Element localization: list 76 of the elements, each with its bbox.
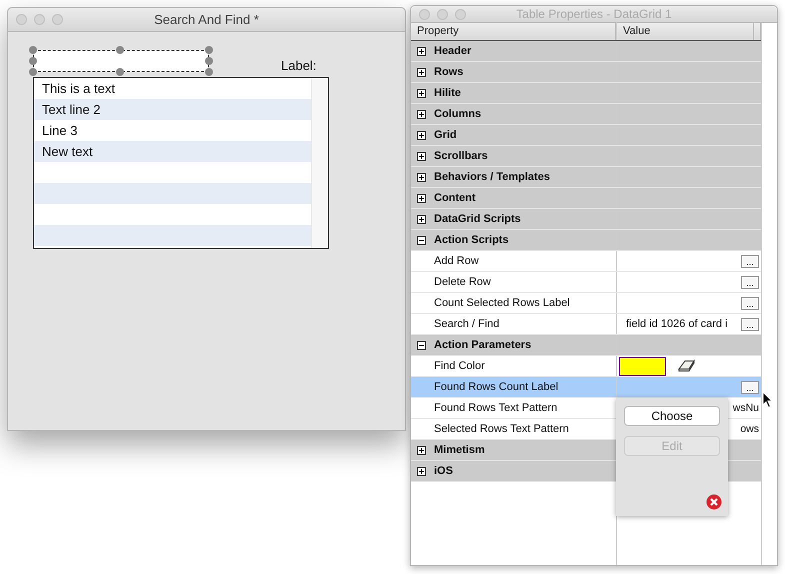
property-label: Count Selected Rows Label — [434, 297, 570, 309]
group-row[interactable]: DataGrid Scripts — [411, 209, 761, 230]
group-label: Content — [434, 192, 476, 204]
expand-icon[interactable] — [417, 46, 426, 56]
label-text: Label: — [281, 58, 316, 73]
expand-icon[interactable] — [417, 152, 426, 160]
list-row-text: This is a text — [42, 81, 115, 96]
property-row[interactable]: Search / Find field id 1026 of card i ... — [411, 314, 761, 335]
list-field[interactable]: This is a text Text line 2 Line 3 New text — [33, 77, 329, 249]
group-row[interactable]: Header — [411, 41, 761, 62]
column-header[interactable]: Value — [616, 22, 754, 40]
group-row[interactable]: Behaviors / Templates — [411, 167, 761, 188]
group-label: Action Parameters — [434, 339, 532, 351]
expand-icon[interactable] — [417, 446, 426, 454]
expand-icon[interactable] — [417, 214, 426, 224]
property-label: Delete Row — [434, 276, 491, 288]
popover-button[interactable]: Choose — [624, 406, 720, 426]
group-label: Header — [434, 45, 472, 57]
group-label: iOS — [434, 465, 453, 477]
group-row[interactable]: Grid — [411, 125, 761, 146]
more-button[interactable]: ... — [741, 255, 759, 268]
list-row-text: Text line 2 — [42, 102, 101, 117]
property-row[interactable]: Count Selected Rows Label ... — [411, 293, 761, 314]
expand-icon[interactable] — [417, 466, 426, 476]
eraser-icon[interactable] — [678, 359, 696, 373]
group-row[interactable]: Columns — [411, 104, 761, 125]
collapse-icon[interactable] — [417, 340, 426, 350]
list-row[interactable]: New text — [34, 141, 311, 162]
expand-icon[interactable] — [417, 110, 426, 118]
group-label: Hilite — [434, 87, 461, 99]
column-header[interactable]: Property — [411, 22, 616, 40]
expand-icon[interactable] — [417, 130, 426, 140]
property-label: Found Rows Count Label — [434, 381, 558, 393]
expand-icon[interactable] — [417, 68, 426, 76]
expand-icon[interactable] — [417, 172, 426, 182]
close-icon[interactable] — [706, 494, 722, 510]
group-row[interactable]: Action Scripts — [411, 230, 761, 251]
list-row[interactable]: Text line 2 — [34, 99, 311, 120]
property-label: Selected Rows Text Pattern — [434, 423, 569, 435]
property-row[interactable]: Delete Row ... — [411, 272, 761, 293]
property-value: wsNu — [732, 402, 759, 414]
property-row[interactable]: Add Row ... — [411, 251, 761, 272]
collapse-icon[interactable] — [417, 236, 426, 244]
list-row-text: New text — [42, 144, 93, 159]
property-label: Search / Find — [434, 318, 500, 330]
group-label: DataGrid Scripts — [434, 213, 521, 225]
cursor-icon — [762, 391, 774, 409]
group-label: Action Scripts — [434, 234, 509, 246]
property-label: Add Row — [434, 255, 479, 267]
group-row[interactable]: Hilite — [411, 83, 761, 104]
more-button[interactable]: ... — [741, 297, 759, 310]
group-label: Behaviors / Templates — [434, 171, 550, 183]
group-row[interactable]: Scrollbars — [411, 146, 761, 167]
property-row[interactable]: Find Color — [411, 356, 761, 377]
group-row[interactable]: Action Parameters — [411, 335, 761, 356]
more-button[interactable]: ... — [741, 381, 759, 394]
more-button[interactable]: ... — [741, 276, 759, 289]
group-label: Mimetism — [434, 444, 485, 456]
list-row-text: Line 3 — [42, 123, 78, 138]
expand-icon[interactable] — [417, 88, 426, 98]
group-label: Rows — [434, 66, 464, 78]
group-label: Columns — [434, 108, 482, 120]
property-value: ows — [740, 423, 759, 435]
property-value: field id 1026 of card i — [625, 318, 728, 330]
group-label: Scrollbars — [434, 150, 488, 162]
more-button[interactable]: ... — [741, 318, 759, 331]
property-label: Find Color — [434, 360, 485, 372]
window-title: Search And Find * — [154, 12, 259, 27]
group-row[interactable]: Content — [411, 188, 761, 209]
property-row[interactable]: Found Rows Count Label ... — [411, 377, 761, 398]
group-label: Grid — [434, 129, 457, 141]
expand-icon[interactable] — [417, 194, 426, 202]
group-row[interactable]: Rows — [411, 62, 761, 83]
color-swatch[interactable] — [619, 356, 666, 376]
property-label: Found Rows Text Pattern — [434, 402, 558, 414]
window-title: Table Properties - DataGrid 1 — [516, 7, 672, 21]
